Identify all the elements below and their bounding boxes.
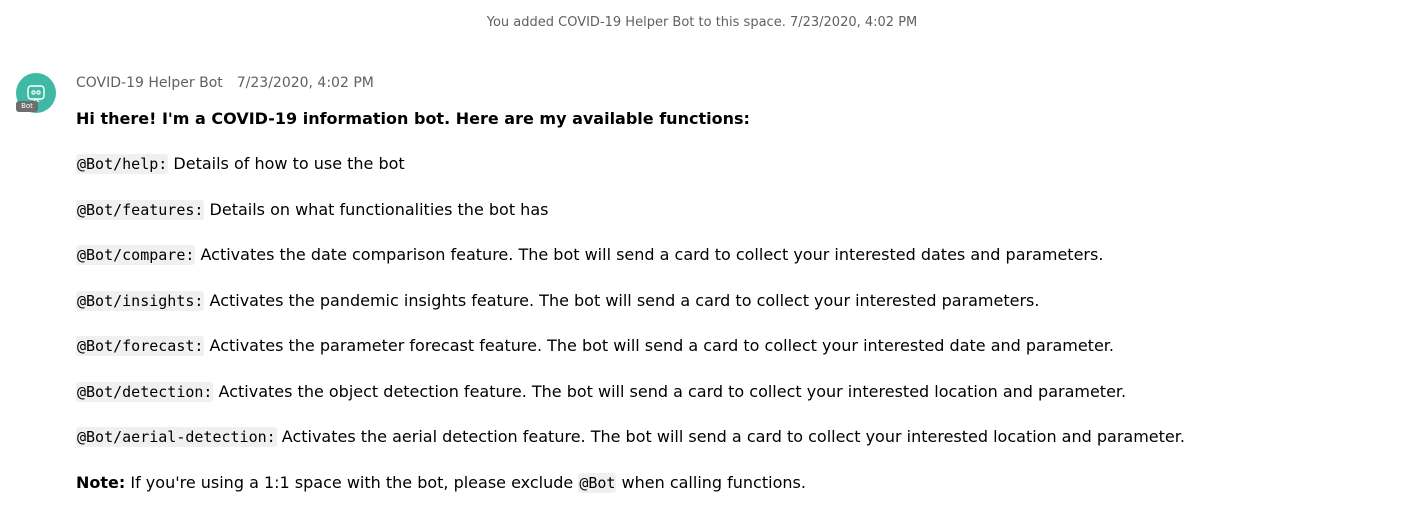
command-line-help: @Bot/help: Details of how to use the bot xyxy=(76,153,1396,175)
note-code: @Bot xyxy=(578,472,617,493)
sender-name[interactable]: COVID-19 Helper Bot xyxy=(76,75,223,91)
command-description: Details of how to use the bot xyxy=(168,154,405,173)
command-code: @Bot/compare: xyxy=(76,245,196,265)
command-code: @Bot/insights: xyxy=(76,290,205,311)
note-line: Note: If you're using a 1:1 space with t… xyxy=(76,472,1396,494)
note-label: Note: xyxy=(76,472,126,492)
command-code: @Bot/help: xyxy=(76,154,169,174)
note-text-end: when calling functions. xyxy=(616,472,806,492)
command-code: @Bot/features: xyxy=(76,199,205,220)
command-line-detection: @Bot/detection: Activates the object det… xyxy=(76,381,1396,403)
system-message: You added COVID-19 Helper Bot to this sp… xyxy=(486,15,918,30)
message-header: COVID-19 Helper Bot 7/23/2020, 4:02 PM xyxy=(76,75,374,91)
command-description: Activates the object detection feature. … xyxy=(213,381,1127,401)
command-line-insights: @Bot/insights: Activates the pandemic in… xyxy=(76,290,1396,312)
command-code: @Bot/aerial-detection: xyxy=(76,427,277,447)
bot-badge: Bot xyxy=(16,101,38,112)
command-description: Activates the pandemic insights feature.… xyxy=(204,290,1040,310)
command-line-aerial-detection: @Bot/aerial-detection: Activates the aer… xyxy=(76,426,1396,448)
command-line-forecast: @Bot/forecast: Activates the parameter f… xyxy=(76,335,1396,357)
command-line-compare: @Bot/compare: Activates the date compari… xyxy=(76,244,1396,266)
message-timestamp: 7/23/2020, 4:02 PM xyxy=(236,75,374,91)
command-description: Activates the aerial detection feature. … xyxy=(276,427,1185,446)
note-text: If you're using a 1:1 space with the bot… xyxy=(125,472,579,492)
command-description: Activates the date comparison feature. T… xyxy=(195,245,1104,264)
message-body: Hi there! I'm a COVID-19 information bot… xyxy=(76,108,1396,494)
greeting-text: Hi there! I'm a COVID-19 information bot… xyxy=(76,109,750,128)
command-description: Activates the parameter forecast feature… xyxy=(204,336,1114,355)
command-description: Details on what functionalities the bot … xyxy=(204,199,549,219)
command-code: @Bot/detection: xyxy=(76,381,214,402)
command-line-features: @Bot/features: Details on what functiona… xyxy=(76,199,1396,221)
avatar[interactable]: Bot xyxy=(16,73,56,113)
command-code: @Bot/forecast: xyxy=(76,336,205,356)
